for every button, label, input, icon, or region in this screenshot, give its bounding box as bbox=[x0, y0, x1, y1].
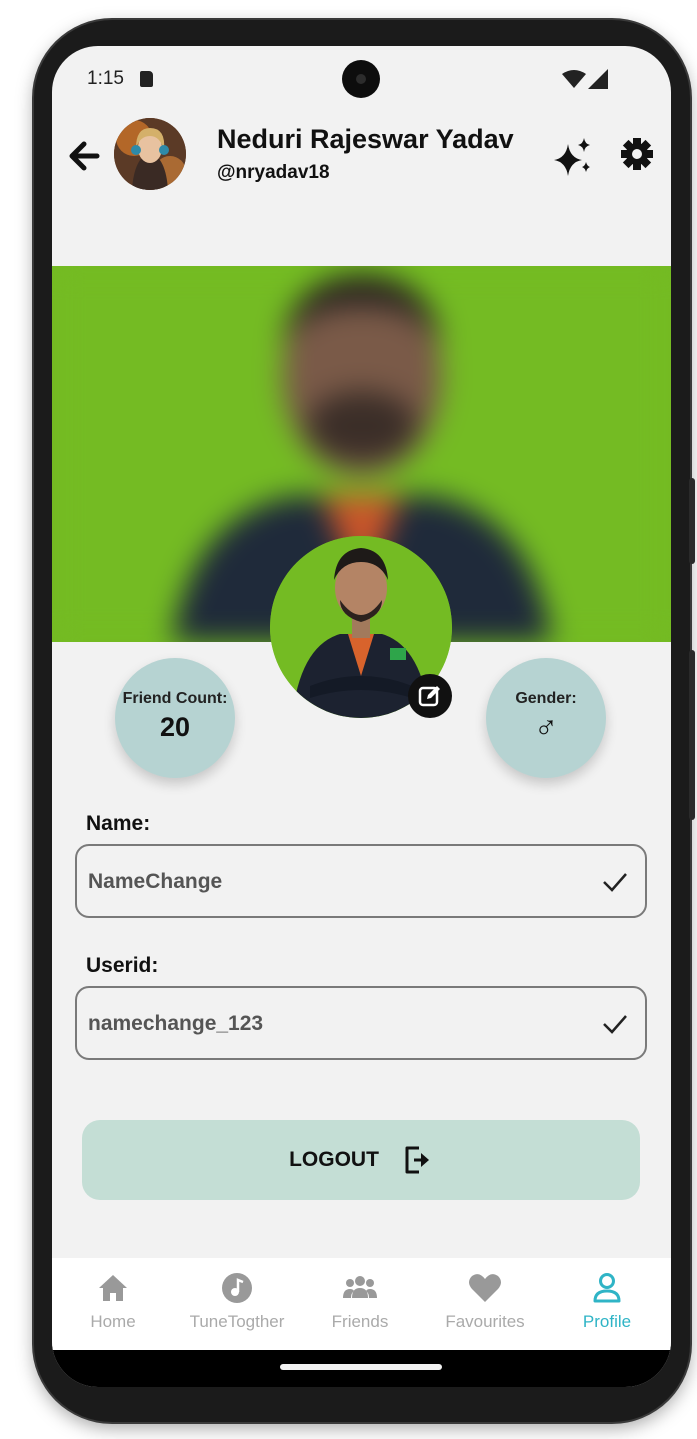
signal-icon bbox=[588, 69, 608, 89]
userid-label: Userid: bbox=[86, 954, 159, 977]
edit-icon bbox=[418, 686, 440, 707]
nav-item-home[interactable]: Home bbox=[58, 1258, 168, 1350]
name-field[interactable]: NameChange bbox=[75, 844, 647, 918]
sd-card-icon bbox=[140, 71, 153, 87]
logout-button[interactable]: LOGOUT bbox=[82, 1120, 640, 1200]
logout-label: LOGOUT bbox=[289, 1148, 379, 1171]
sparkle-icon[interactable] bbox=[552, 136, 594, 178]
name-label: Name: bbox=[86, 812, 151, 835]
volume-button bbox=[689, 650, 695, 820]
check-icon[interactable] bbox=[601, 1012, 629, 1036]
friends-icon bbox=[343, 1276, 377, 1298]
status-bar: 1:15 bbox=[52, 46, 671, 112]
logout-icon bbox=[405, 1146, 429, 1174]
header-user-handle: @nryadav18 bbox=[217, 162, 330, 183]
gender-label: Gender: bbox=[515, 690, 577, 707]
status-time: 1:15 bbox=[87, 68, 124, 89]
music-disc-icon bbox=[222, 1273, 252, 1303]
name-value: NameChange bbox=[88, 870, 223, 893]
nav-item-favourites[interactable]: Favourites bbox=[430, 1258, 540, 1350]
power-button bbox=[689, 478, 695, 564]
nav-label-friends: Friends bbox=[331, 1312, 389, 1331]
nav-label-tunetogther: TuneTogther bbox=[189, 1312, 285, 1331]
nav-item-tunetogther[interactable]: TuneTogther bbox=[182, 1258, 292, 1350]
friend-count-label: Friend Count: bbox=[122, 690, 228, 707]
home-icon bbox=[99, 1275, 127, 1301]
check-icon[interactable] bbox=[601, 870, 629, 894]
profile-header: Neduri Rajeswar Yadav @nryadav18 bbox=[52, 112, 671, 212]
friend-count-value: 20 bbox=[159, 712, 191, 742]
profile-icon bbox=[593, 1273, 621, 1303]
header-user-name: Neduri Rajeswar Yadav bbox=[217, 124, 514, 154]
bottom-navigation: Home TuneTogther Friends Favourites Prof… bbox=[52, 1258, 671, 1350]
wifi-icon bbox=[562, 70, 586, 88]
nav-label-favourites: Favourites bbox=[445, 1312, 525, 1331]
front-camera bbox=[342, 60, 380, 98]
friend-count-stat[interactable]: Friend Count: 20 bbox=[115, 658, 235, 778]
heart-icon bbox=[469, 1274, 501, 1302]
userid-field[interactable]: namechange_123 bbox=[75, 986, 647, 1060]
nav-item-friends[interactable]: Friends bbox=[305, 1258, 415, 1350]
nav-label-profile: Profile bbox=[582, 1312, 632, 1331]
userid-value: namechange_123 bbox=[88, 1012, 264, 1035]
gender-stat[interactable]: Gender: ♂ bbox=[486, 658, 606, 778]
male-icon: ♂ bbox=[534, 708, 558, 744]
nav-label-home: Home bbox=[90, 1312, 136, 1331]
home-gesture-handle[interactable] bbox=[280, 1364, 442, 1370]
gear-icon[interactable] bbox=[619, 136, 655, 172]
gesture-bar bbox=[52, 1350, 671, 1387]
nav-item-profile[interactable]: Profile bbox=[552, 1258, 662, 1350]
edit-photo-button[interactable] bbox=[408, 674, 452, 718]
back-arrow-icon[interactable] bbox=[66, 138, 102, 174]
header-avatar[interactable] bbox=[114, 118, 186, 190]
app-screen: 1:15 Neduri Rajeswar Yadav @nryadav18 Fr… bbox=[52, 46, 671, 1387]
